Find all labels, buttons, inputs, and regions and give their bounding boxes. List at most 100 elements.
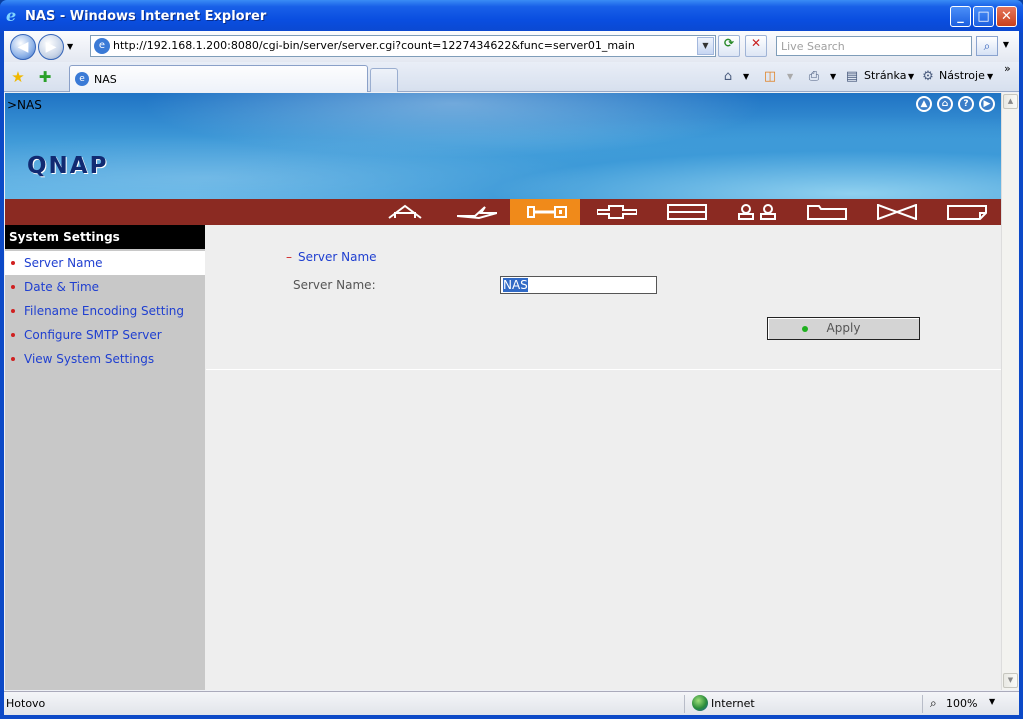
minimize-button[interactable]: _ bbox=[950, 6, 971, 27]
disk-menu-icon[interactable] bbox=[650, 199, 720, 225]
feeds-icon[interactable]: ◫ bbox=[762, 69, 778, 85]
sidebar-item-view-settings[interactable]: View System Settings bbox=[5, 347, 205, 371]
main-panel: – Server Name Server Name: NAS Apply bbox=[206, 225, 1001, 690]
search-input[interactable]: Live Search bbox=[776, 36, 972, 56]
qnap-banner: >NAS QNAP ▲ ⌂ ? ▶ bbox=[5, 93, 1001, 199]
address-text[interactable]: http://192.168.1.200:8080/cgi-bin/server… bbox=[113, 39, 635, 52]
tab-nas[interactable]: e NAS bbox=[69, 65, 368, 92]
forward-icon[interactable]: ▶ bbox=[38, 34, 64, 60]
window-title: NAS - Windows Internet Explorer bbox=[25, 9, 267, 24]
section-title: – Server Name bbox=[286, 250, 377, 264]
sidebar-item-label[interactable]: Configure SMTP Server bbox=[24, 328, 162, 342]
sidebar-item-label[interactable]: Server Name bbox=[24, 256, 103, 270]
bullet-icon bbox=[11, 309, 15, 313]
scroll-down-icon[interactable]: ▼ bbox=[1003, 673, 1018, 688]
close-button[interactable]: ✕ bbox=[996, 6, 1017, 27]
services-menu-icon[interactable] bbox=[860, 199, 930, 225]
maximize-button[interactable]: □ bbox=[973, 6, 994, 27]
sidebar-item-label[interactable]: Filename Encoding Setting bbox=[24, 304, 184, 318]
logout-icon[interactable]: ▶ bbox=[979, 96, 995, 112]
refresh-icon[interactable]: ⟳ bbox=[718, 35, 740, 57]
sidebar-heading: System Settings bbox=[5, 225, 205, 249]
new-tab-button[interactable] bbox=[370, 68, 398, 92]
sidebar-item-server-name[interactable]: Server Name bbox=[5, 251, 205, 275]
page-dropdown-icon[interactable]: ▼ bbox=[908, 72, 914, 81]
sidebar-item-label[interactable]: View System Settings bbox=[24, 352, 154, 366]
tools-gear-icon[interactable]: ⚙ bbox=[920, 69, 936, 85]
status-bar: Hotovo Internet ⌕ 100% ▼ bbox=[4, 691, 1019, 715]
print-dropdown-icon[interactable]: ▼ bbox=[830, 72, 836, 81]
tools-menu[interactable]: Nástroje bbox=[939, 69, 985, 82]
page-content: >NAS QNAP ▲ ⌂ ? ▶ System Settings Server… bbox=[5, 93, 1001, 690]
server-name-label: Server Name: bbox=[293, 278, 376, 292]
address-dropdown-icon[interactable]: ▼ bbox=[697, 37, 714, 55]
home-top-icon[interactable]: ⌂ bbox=[937, 96, 953, 112]
apply-button[interactable]: Apply bbox=[767, 317, 920, 340]
top-icon[interactable]: ▲ bbox=[916, 96, 932, 112]
security-zone[interactable]: Internet bbox=[711, 697, 755, 710]
device-config-menu-icon[interactable] bbox=[580, 199, 650, 225]
apply-status-icon bbox=[802, 326, 808, 332]
breadcrumb: >NAS bbox=[7, 98, 42, 112]
zoom-dropdown-icon[interactable]: ▼ bbox=[989, 697, 995, 706]
search-icon[interactable]: ⌕ bbox=[976, 36, 998, 56]
bullet-icon bbox=[11, 285, 15, 289]
main-menu-bar bbox=[5, 199, 1001, 225]
collapse-dash-icon[interactable]: – bbox=[286, 250, 292, 264]
internet-globe-icon bbox=[692, 695, 708, 711]
sidebar: System Settings Server Name Date & Time … bbox=[5, 225, 205, 690]
zoom-level[interactable]: 100% bbox=[946, 697, 977, 710]
status-text: Hotovo bbox=[6, 697, 46, 710]
stop-icon[interactable]: ✕ bbox=[745, 35, 767, 57]
server-name-form: – Server Name Server Name: NAS Apply bbox=[206, 225, 1001, 370]
chevron-more-icon[interactable]: » bbox=[1004, 62, 1011, 75]
users-menu-icon[interactable] bbox=[720, 199, 790, 225]
network-menu-icon[interactable] bbox=[440, 199, 510, 225]
zoom-icon[interactable]: ⌕ bbox=[930, 696, 937, 711]
back-icon[interactable]: ◀ bbox=[10, 34, 36, 60]
title-bar[interactable]: e NAS - Windows Internet Explorer _ □ ✕ bbox=[0, 0, 1023, 33]
system-tools-menu-icon[interactable] bbox=[510, 199, 580, 225]
tab-bar: ★ ✚ e NAS ⌂ ▼ ◫ ▼ ⎙ ▼ ▤ Stránka ▼ ⚙ Nást… bbox=[4, 62, 1019, 92]
add-favorite-icon[interactable]: ✚ bbox=[36, 68, 54, 86]
bullet-icon bbox=[11, 357, 15, 361]
home-dropdown-icon[interactable]: ▼ bbox=[743, 72, 749, 81]
address-bar[interactable]: e http://192.168.1.200:8080/cgi-bin/serv… bbox=[90, 35, 716, 57]
feeds-dropdown-icon[interactable]: ▼ bbox=[787, 72, 793, 81]
status-divider bbox=[684, 695, 685, 713]
tab-page-icon: e bbox=[75, 72, 89, 86]
sidebar-item-date-time[interactable]: Date & Time bbox=[5, 275, 205, 299]
bullet-icon bbox=[11, 333, 15, 337]
server-name-input[interactable]: NAS bbox=[500, 276, 657, 294]
page-menu-icon[interactable]: ▤ bbox=[844, 69, 860, 85]
folder-menu-icon[interactable] bbox=[790, 199, 860, 225]
favorites-star-icon[interactable]: ★ bbox=[9, 68, 27, 86]
vertical-scrollbar[interactable]: ▲ ▼ bbox=[1001, 93, 1018, 690]
server-name-value[interactable]: NAS bbox=[503, 278, 528, 292]
page-menu[interactable]: Stránka bbox=[864, 69, 906, 82]
search-options-dropdown-icon[interactable]: ▼ bbox=[999, 36, 1013, 56]
print-icon[interactable]: ⎙ bbox=[806, 69, 822, 85]
sidebar-item-smtp-server[interactable]: Configure SMTP Server bbox=[5, 323, 205, 347]
home-menu-icon[interactable] bbox=[370, 199, 440, 225]
apply-label: Apply bbox=[826, 321, 861, 335]
section-title-text: Server Name bbox=[298, 250, 377, 264]
qnap-logo: QNAP bbox=[27, 153, 109, 179]
page-icon: e bbox=[94, 38, 110, 54]
home-icon[interactable]: ⌂ bbox=[720, 69, 736, 85]
ie-logo-icon: e bbox=[6, 6, 17, 25]
browser-client: ◀ ▶ ▼ e http://192.168.1.200:8080/cgi-bi… bbox=[4, 31, 1019, 715]
sidebar-item-filename-encoding[interactable]: Filename Encoding Setting bbox=[5, 299, 205, 323]
navigation-bar: ◀ ▶ ▼ e http://192.168.1.200:8080/cgi-bi… bbox=[4, 31, 1019, 62]
browser-window: e NAS - Windows Internet Explorer _ □ ✕ … bbox=[0, 0, 1023, 719]
bullet-icon bbox=[11, 261, 15, 265]
history-dropdown-icon[interactable]: ▼ bbox=[67, 42, 73, 51]
help-icon[interactable]: ? bbox=[958, 96, 974, 112]
logs-menu-icon[interactable] bbox=[930, 199, 1000, 225]
scroll-up-icon[interactable]: ▲ bbox=[1003, 94, 1018, 109]
sidebar-item-label[interactable]: Date & Time bbox=[24, 280, 99, 294]
banner-background bbox=[5, 93, 1001, 199]
tab-title: NAS bbox=[94, 73, 117, 86]
tools-dropdown-icon[interactable]: ▼ bbox=[987, 72, 993, 81]
status-divider bbox=[922, 695, 923, 713]
